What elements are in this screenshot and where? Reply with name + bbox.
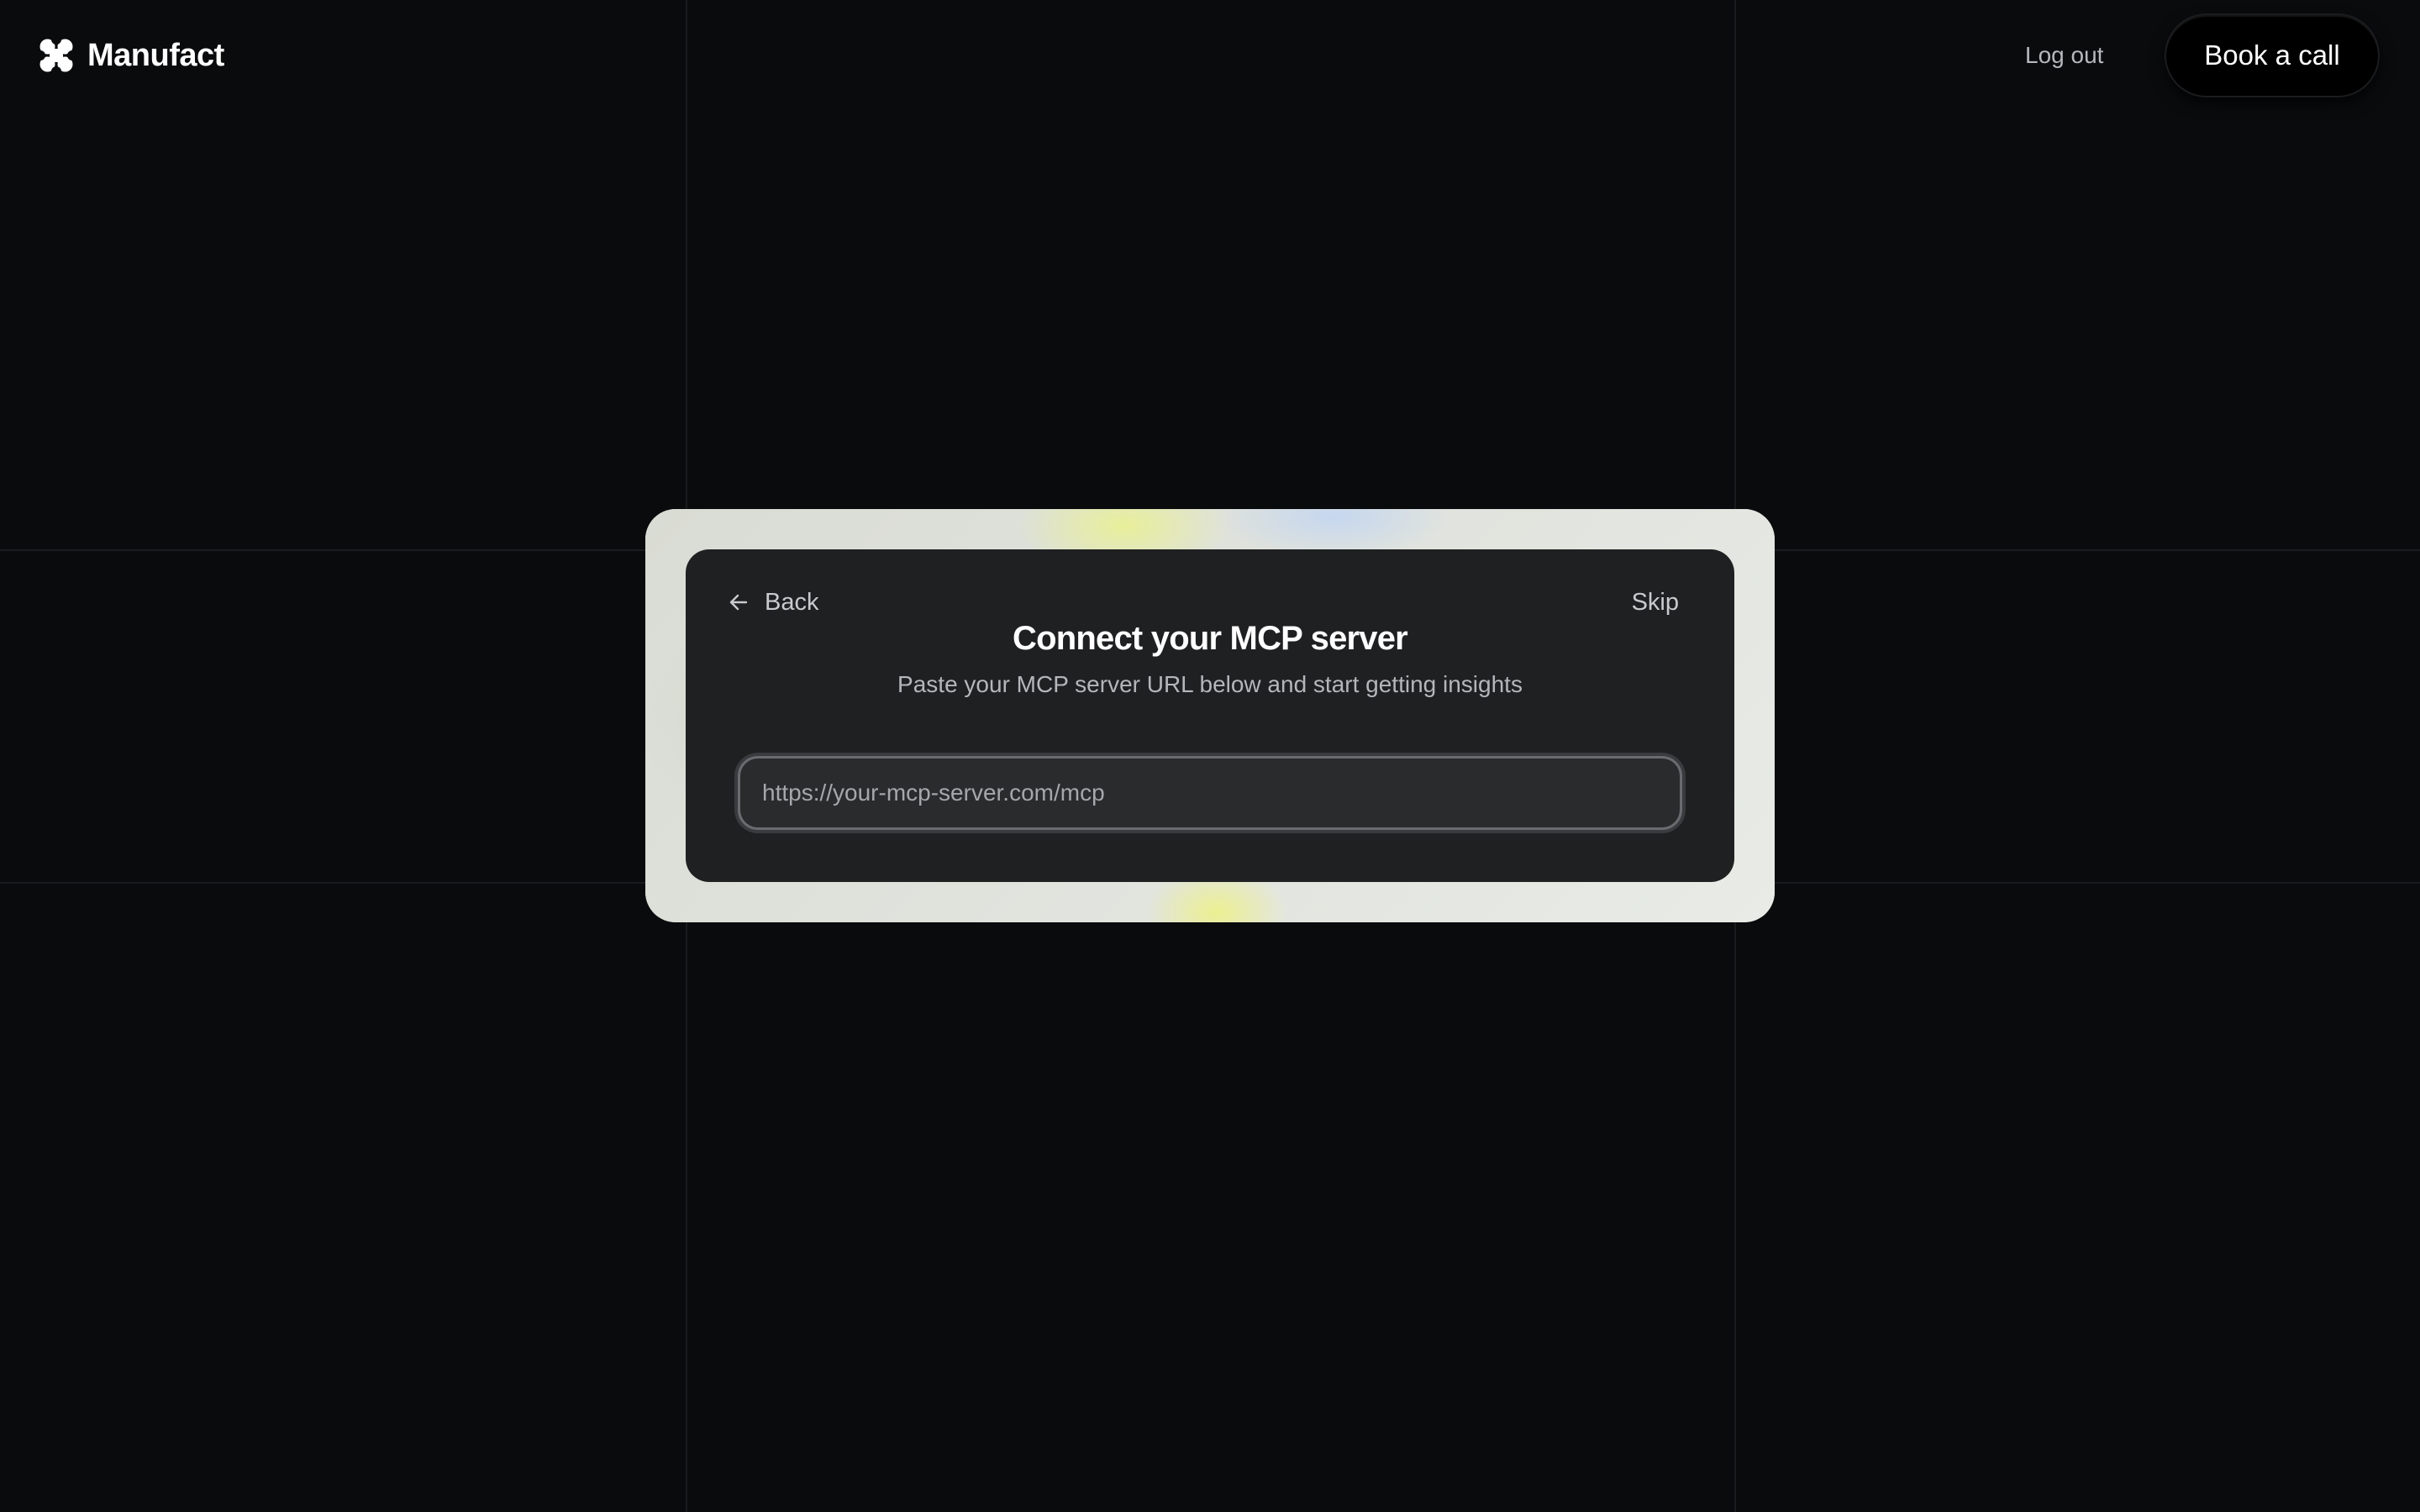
book-a-call-button[interactable]: Book a call <box>2166 15 2378 96</box>
back-label: Back <box>765 588 819 616</box>
back-button[interactable]: Back <box>728 581 818 623</box>
connect-server-card-frame: Back Skip Connect your MCP server Paste … <box>645 509 1775 922</box>
brand-logo-link[interactable]: Manufact <box>39 37 224 74</box>
skip-button[interactable]: Skip <box>1632 581 1679 623</box>
log-out-link[interactable]: Log out <box>2025 37 2103 74</box>
top-navigation: Manufact Log out Book a call <box>0 0 2420 109</box>
connect-server-card: Back Skip Connect your MCP server Paste … <box>686 549 1734 882</box>
page: Manufact Log out Book a call Back Skip C… <box>0 0 2420 1512</box>
manufact-logo-icon <box>39 38 74 73</box>
arrow-left-icon <box>728 591 750 613</box>
mcp-server-url-input[interactable] <box>738 756 1682 830</box>
card-subtitle: Paste your MCP server URL below and star… <box>897 671 1523 697</box>
card-title: Connect your MCP server <box>1013 620 1408 657</box>
brand-name: Manufact <box>87 38 224 73</box>
